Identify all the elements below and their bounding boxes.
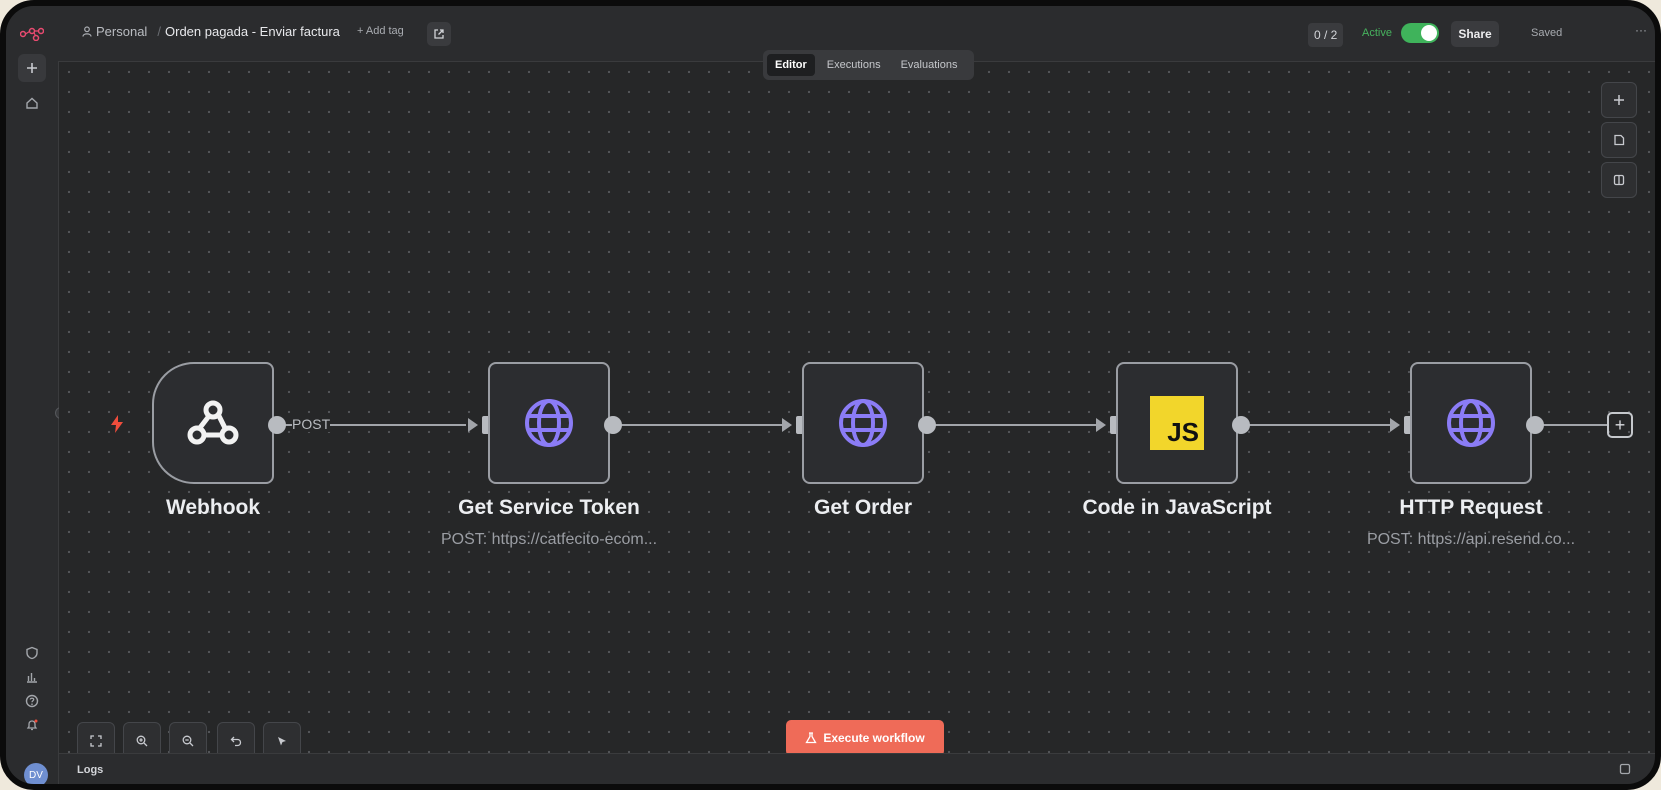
active-label: Active (1362, 27, 1392, 39)
n8n-logo-icon[interactable] (18, 20, 46, 48)
node-get-service-token[interactable] (488, 362, 610, 484)
execute-workflow-button[interactable]: Execute workflow (786, 720, 944, 756)
fit-view-icon (90, 735, 102, 747)
external-link-icon (434, 29, 444, 39)
node-label: Get Order (813, 496, 913, 519)
node-subtitle: POST: https://api.resend.co... (1366, 531, 1576, 548)
connection-line (914, 424, 1096, 426)
js-icon: JS (1150, 396, 1204, 450)
sticky-note-button[interactable] (1601, 122, 1637, 158)
create-plus-icon[interactable] (18, 54, 46, 82)
workflow-title[interactable]: Orden pagada - Enviar factura (165, 24, 340, 39)
node-output-port[interactable] (1526, 416, 1544, 434)
webhook-icon (187, 400, 239, 445)
arrowhead-icon (1096, 418, 1106, 432)
flask-icon (805, 732, 817, 744)
node-webhook[interactable] (152, 362, 274, 484)
view-tabs: Editor Executions Evaluations (763, 50, 974, 80)
arrowhead-icon (1390, 418, 1400, 432)
home-icon[interactable] (18, 89, 46, 117)
toggle-knob (1421, 25, 1437, 41)
connection-line (1228, 424, 1390, 426)
globe-icon (1447, 399, 1495, 447)
node-label: Webhook (165, 496, 261, 519)
arrowhead-icon (782, 418, 792, 432)
tab-editor[interactable]: Editor (767, 54, 815, 76)
node-output-port[interactable] (604, 416, 622, 434)
node-subtitle: POST: https://catfecito-ecom... (440, 531, 658, 548)
more-options-button[interactable]: ··· (1635, 23, 1647, 37)
app-window: DV Personal / Orden pagada - Enviar fact… (0, 0, 1661, 790)
add-node-button[interactable] (1601, 82, 1637, 118)
tab-evaluations[interactable]: Evaluations (893, 54, 966, 76)
active-toggle[interactable] (1401, 23, 1439, 43)
logs-expand-icon[interactable] (1619, 762, 1631, 780)
add-tag-button[interactable]: + Add tag (357, 25, 404, 37)
user-icon (82, 26, 92, 37)
tab-executions[interactable]: Executions (819, 54, 889, 76)
undo-icon (230, 736, 242, 747)
node-http-request[interactable] (1410, 362, 1532, 484)
bell-icon[interactable] (18, 711, 46, 739)
logs-label: Logs (77, 764, 104, 776)
node-label: Get Service Token (458, 496, 640, 519)
share-button[interactable]: Share (1451, 21, 1499, 47)
node-code-javascript[interactable]: JS (1116, 362, 1238, 484)
arrowhead-icon (468, 418, 478, 432)
zoom-in-icon (136, 735, 148, 747)
node-output-port[interactable] (1232, 416, 1250, 434)
node-output-port[interactable] (918, 416, 936, 434)
breadcrumb-separator: / (157, 24, 161, 39)
node-label: Code in JavaScript (1082, 496, 1272, 519)
trigger-bolt-icon (109, 414, 125, 439)
node-output-port[interactable] (268, 416, 286, 434)
sidebar: DV (6, 6, 59, 784)
note-icon (1614, 134, 1625, 146)
plus-icon (1614, 95, 1624, 105)
panel-icon (1613, 174, 1625, 186)
version-count: 0 / 2 (1308, 23, 1344, 47)
execute-workflow-label: Execute workflow (823, 731, 925, 745)
globe-icon (839, 399, 887, 447)
node-get-order[interactable] (802, 362, 924, 484)
avatar[interactable]: DV (24, 763, 48, 784)
node-label: HTTP Request (1399, 496, 1543, 519)
open-external-button[interactable] (427, 22, 451, 46)
cursor-sparkle-icon (278, 737, 286, 746)
globe-icon (525, 399, 573, 447)
edge-method-label: POST (292, 416, 331, 432)
saved-status: Saved (1531, 27, 1563, 39)
breadcrumb[interactable]: Personal / (82, 24, 161, 39)
breadcrumb-workspace[interactable]: Personal (96, 24, 147, 39)
connection-line (600, 424, 782, 426)
zoom-out-icon (182, 735, 194, 747)
logs-panel-bar[interactable]: Logs (59, 753, 1655, 784)
add-next-node-button[interactable]: + (1607, 412, 1633, 438)
toggle-panel-button[interactable] (1601, 162, 1637, 198)
